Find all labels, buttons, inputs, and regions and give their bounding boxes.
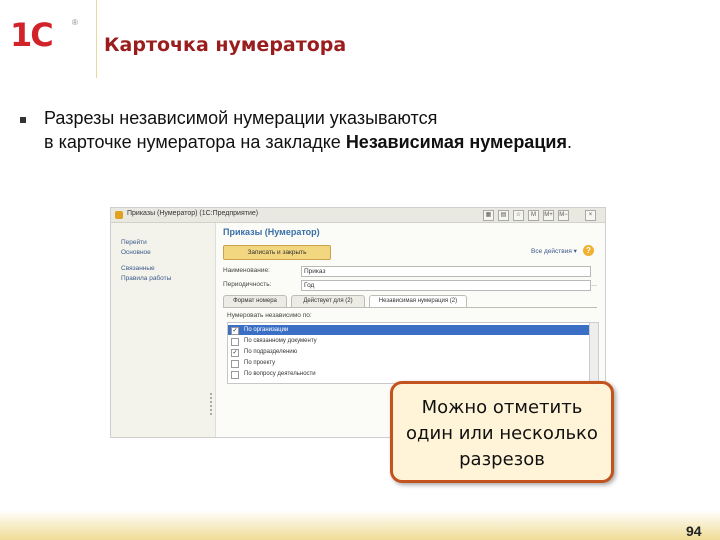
page-number: 94 bbox=[686, 523, 702, 539]
memory-plus-icon[interactable]: M+ bbox=[543, 210, 554, 221]
callout-line-1: Можно отметить bbox=[421, 397, 583, 418]
list-item-label: По вопросу деятельности bbox=[244, 371, 316, 377]
periodicity-field[interactable]: Год bbox=[301, 280, 591, 291]
name-field-label: Наименование: bbox=[223, 267, 270, 274]
checkbox[interactable] bbox=[231, 371, 239, 379]
sidebar-item-rules[interactable]: Правила работы bbox=[121, 275, 171, 282]
list-item-label: По проекту bbox=[244, 360, 276, 366]
window-control-icon[interactable]: ▤ bbox=[498, 210, 509, 221]
checkbox[interactable] bbox=[231, 360, 239, 368]
footer-band bbox=[0, 510, 720, 540]
list-item[interactable]: ✓ По организации bbox=[228, 325, 598, 335]
sidebar-item-main[interactable]: Основное bbox=[121, 249, 151, 256]
1c-logo: 1С ® bbox=[10, 16, 80, 54]
form-title: Приказы (Нумератор) bbox=[223, 227, 320, 237]
tab-independent-numbering[interactable]: Независимая нумерация (2) bbox=[369, 295, 467, 307]
bullet-line-2-bold: Независимая нумерация bbox=[345, 132, 567, 152]
list-item[interactable]: ✓ По подразделению bbox=[228, 347, 598, 357]
list-item[interactable]: По проекту bbox=[228, 358, 598, 368]
slide-title: Карточка нумератора bbox=[104, 34, 347, 56]
bullet-marker bbox=[20, 117, 26, 123]
callout-line-2: один или несколько bbox=[406, 423, 598, 444]
list-item[interactable]: По связанному документу bbox=[228, 336, 598, 346]
splitter-handle[interactable] bbox=[210, 393, 212, 417]
memory-minus-icon[interactable]: M− bbox=[558, 210, 569, 221]
list-item-label: По связанному документу bbox=[244, 338, 317, 344]
bullet-line-1: Разрезы независимой нумерации указываютс… bbox=[44, 108, 438, 128]
numbering-list: ✓ По организации По связанному документу… bbox=[227, 322, 599, 384]
registered-mark: ® bbox=[72, 18, 78, 27]
callout-line-3: разрезов bbox=[459, 449, 545, 470]
save-and-close-button[interactable]: Записать и закрыть bbox=[223, 245, 331, 260]
memory-icon[interactable]: M bbox=[528, 210, 539, 221]
callout-text: Можно отметить один или несколько разрез… bbox=[393, 395, 611, 473]
sidebar-item-related[interactable]: Связанные bbox=[121, 265, 155, 272]
app-icon bbox=[115, 211, 123, 219]
tab-divider bbox=[223, 307, 597, 308]
bullet-text: Разрезы независимой нумерации указываютс… bbox=[44, 106, 684, 154]
all-actions-menu[interactable]: Все действия ▾ bbox=[531, 247, 577, 255]
periodicity-field-label: Периодичность: bbox=[223, 281, 272, 288]
window-title: Приказы (Нумератор) (1С:Предприятие) bbox=[127, 210, 259, 217]
list-item-label: По организации bbox=[244, 327, 289, 333]
select-button-icon[interactable]: … bbox=[591, 280, 601, 290]
checkbox[interactable] bbox=[231, 338, 239, 346]
tab-applies-to[interactable]: Действует для (2) bbox=[291, 295, 365, 307]
list-scrollbar[interactable] bbox=[589, 322, 599, 386]
checkbox[interactable]: ✓ bbox=[231, 327, 239, 335]
numbering-label: Нумеровать независимо по: bbox=[227, 312, 312, 319]
list-item-label: По подразделению bbox=[244, 349, 298, 355]
list-item[interactable]: По вопросу деятельности bbox=[228, 369, 598, 379]
close-icon[interactable]: × bbox=[585, 210, 596, 221]
tab-number-format[interactable]: Формат номера bbox=[223, 295, 287, 307]
bullet-line-2-prefix: в карточке нумератора на закладке bbox=[44, 132, 346, 152]
help-icon[interactable]: ? bbox=[583, 245, 594, 256]
checkbox[interactable]: ✓ bbox=[231, 349, 239, 357]
callout-box: Можно отметить один или несколько разрез… bbox=[390, 381, 614, 483]
favorite-icon[interactable]: ☆ bbox=[513, 210, 524, 221]
window-control-icon[interactable]: ▦ bbox=[483, 210, 494, 221]
sidebar-item-go[interactable]: Перейти bbox=[121, 239, 147, 246]
window-titlebar: Приказы (Нумератор) (1С:Предприятие) ▦ ▤… bbox=[111, 208, 605, 223]
bullet-line-2-suffix: . bbox=[566, 132, 572, 152]
name-field[interactable]: Приказ bbox=[301, 266, 591, 277]
header-divider bbox=[96, 0, 97, 78]
logo-mark: 1С bbox=[10, 16, 54, 54]
sidebar: Перейти Основное Связанные Правила работ… bbox=[111, 223, 216, 437]
